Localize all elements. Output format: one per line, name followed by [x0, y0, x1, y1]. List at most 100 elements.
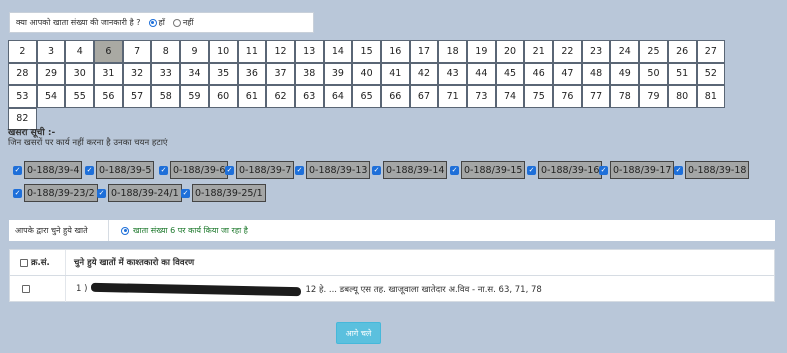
khata-number-cell[interactable]: 73 [467, 85, 496, 108]
khasra-checkbox[interactable]: ✓ [97, 188, 106, 198]
khasra-item[interactable]: ✓ 0-188/39-14 [372, 159, 448, 181]
khasra-checkbox[interactable]: ✓ [181, 188, 190, 198]
khata-number-cell[interactable]: 71 [438, 85, 467, 108]
khata-number-cell[interactable]: 3 [36, 40, 66, 63]
khasra-checkbox[interactable]: ✓ [599, 165, 608, 175]
khata-number-cell[interactable]: 46 [524, 62, 554, 85]
no-radio[interactable]: नहीं [172, 17, 194, 28]
khata-number-cell[interactable]: 63 [294, 85, 324, 108]
khasra-checkbox[interactable]: ✓ [527, 165, 536, 175]
khata-number-cell[interactable]: 67 [409, 85, 439, 108]
khata-number-cell[interactable]: 78 [610, 85, 640, 108]
no-radio-dot[interactable] [172, 18, 181, 27]
khata-number-cell[interactable]: 20 [495, 40, 525, 63]
khata-number-cell[interactable]: 53 [8, 85, 37, 108]
khata-number-cell[interactable]: 51 [667, 62, 697, 85]
khasra-item[interactable]: ✓ 0-188/39-4 [13, 159, 83, 181]
khasra-item[interactable]: ✓ 0-188/39-15 [450, 159, 526, 181]
khata-number-cell[interactable]: 26 [667, 40, 697, 63]
khata-number-cell[interactable]: 17 [409, 40, 439, 63]
khasra-checkbox[interactable]: ✓ [674, 165, 683, 175]
khata-number-cell[interactable]: 76 [553, 85, 582, 108]
khata-number-cell[interactable]: 49 [610, 62, 640, 85]
khata-number-cell[interactable]: 64 [323, 85, 353, 108]
khata-number-cell[interactable]: 19 [467, 40, 496, 63]
khasra-item[interactable]: ✓ 0-188/39-5 [85, 159, 155, 181]
khata-number-cell[interactable]: 16 [380, 40, 410, 63]
khata-number-cell[interactable]: 25 [639, 40, 668, 63]
khata-number-cell[interactable]: 22 [553, 40, 582, 63]
khata-number-cell[interactable]: 37 [266, 62, 295, 85]
khata-number-cell[interactable]: 55 [65, 85, 95, 108]
khata-number-cell[interactable]: 34 [180, 62, 209, 85]
khata-number-cell[interactable]: 29 [36, 62, 66, 85]
khata-number-cell[interactable]: 81 [696, 85, 726, 108]
khasra-checkbox[interactable]: ✓ [450, 165, 459, 175]
khasra-checkbox[interactable]: ✓ [13, 188, 22, 198]
khata-number-cell[interactable]: 58 [151, 85, 181, 108]
khata-number-cell[interactable]: 10 [208, 40, 238, 63]
khata-number-cell[interactable]: 14 [323, 40, 353, 63]
khata-number-cell[interactable]: 9 [180, 40, 209, 63]
khasra-item[interactable]: ✓ 0-188/39-13 [295, 159, 371, 181]
khata-number-cell[interactable]: 54 [36, 85, 66, 108]
khata-number-cell[interactable]: 23 [581, 40, 611, 63]
khata-number-cell[interactable]: 66 [380, 85, 410, 108]
khata-number-cell[interactable]: 48 [581, 62, 611, 85]
khata-number-cell[interactable]: 30 [65, 62, 95, 85]
khata-number-cell[interactable]: 52 [696, 62, 726, 85]
khasra-checkbox[interactable]: ✓ [225, 165, 234, 175]
khasra-item[interactable]: ✓ 0-188/39-23/2 [13, 182, 98, 204]
khata-number-cell[interactable]: 45 [495, 62, 525, 85]
khata-number-cell[interactable]: 77 [581, 85, 611, 108]
khata-number-cell[interactable]: 12 [266, 40, 295, 63]
khata-number-cell[interactable]: 21 [524, 40, 554, 63]
khata-number-cell[interactable]: 62 [266, 85, 295, 108]
next-button[interactable]: आगे चले [336, 322, 381, 344]
khata-number-cell[interactable]: 60 [208, 85, 238, 108]
khata-number-cell[interactable]: 57 [122, 85, 152, 108]
khasra-item[interactable]: ✓ 0-188/39-17 [599, 159, 675, 181]
khata-number-cell[interactable]: 7 [122, 40, 152, 63]
khata-number-cell[interactable]: 2 [8, 40, 37, 63]
khata-number-cell[interactable]: 8 [151, 40, 181, 63]
khasra-item[interactable]: ✓ 0-188/39-18 [674, 159, 750, 181]
khata-number-cell[interactable]: 42 [409, 62, 439, 85]
khata-number-cell[interactable]: 28 [8, 62, 37, 85]
khata-number-cell[interactable]: 32 [122, 62, 152, 85]
khata-number-cell[interactable]: 15 [352, 40, 381, 63]
khasra-checkbox[interactable]: ✓ [159, 165, 168, 175]
khata-number-cell[interactable]: 65 [352, 85, 381, 108]
khasra-item[interactable]: ✓ 0-188/39-24/1 [97, 182, 182, 204]
khata-number-cell[interactable]: 43 [438, 62, 467, 85]
khata-number-cell[interactable]: 6 [94, 40, 123, 63]
khata-number-cell[interactable]: 50 [639, 62, 668, 85]
khata-number-cell[interactable]: 41 [380, 62, 410, 85]
khata-number-cell[interactable]: 27 [696, 40, 726, 63]
khasra-checkbox[interactable]: ✓ [13, 165, 22, 175]
khata-number-cell[interactable]: 31 [94, 62, 123, 85]
khata-number-cell[interactable]: 18 [438, 40, 467, 63]
yes-radio-dot[interactable] [148, 18, 157, 27]
khata-number-cell[interactable]: 61 [237, 85, 267, 108]
khata-number-cell[interactable]: 13 [294, 40, 324, 63]
khata-number-cell[interactable]: 40 [352, 62, 381, 85]
khata-number-cell[interactable]: 75 [524, 85, 554, 108]
khasra-checkbox[interactable]: ✓ [295, 165, 304, 175]
khata-number-cell[interactable]: 74 [495, 85, 525, 108]
selected-khata-radio[interactable] [121, 226, 129, 235]
khasra-item[interactable]: ✓ 0-188/39-6 [159, 159, 229, 181]
khasra-item[interactable]: ✓ 0-188/39-16 [527, 159, 603, 181]
khata-number-cell[interactable]: 59 [180, 85, 209, 108]
khata-number-cell[interactable]: 39 [323, 62, 353, 85]
row-checkbox[interactable] [22, 285, 30, 293]
khata-number-cell[interactable]: 79 [639, 85, 668, 108]
khata-number-cell[interactable]: 36 [237, 62, 267, 85]
khata-number-cell[interactable]: 56 [94, 85, 123, 108]
khata-number-cell[interactable]: 44 [467, 62, 496, 85]
khasra-checkbox[interactable]: ✓ [85, 165, 94, 175]
khata-number-cell[interactable]: 47 [553, 62, 582, 85]
khata-number-cell[interactable]: 38 [294, 62, 324, 85]
khasra-item[interactable]: ✓ 0-188/39-7 [225, 159, 295, 181]
khata-number-cell[interactable]: 33 [151, 62, 181, 85]
